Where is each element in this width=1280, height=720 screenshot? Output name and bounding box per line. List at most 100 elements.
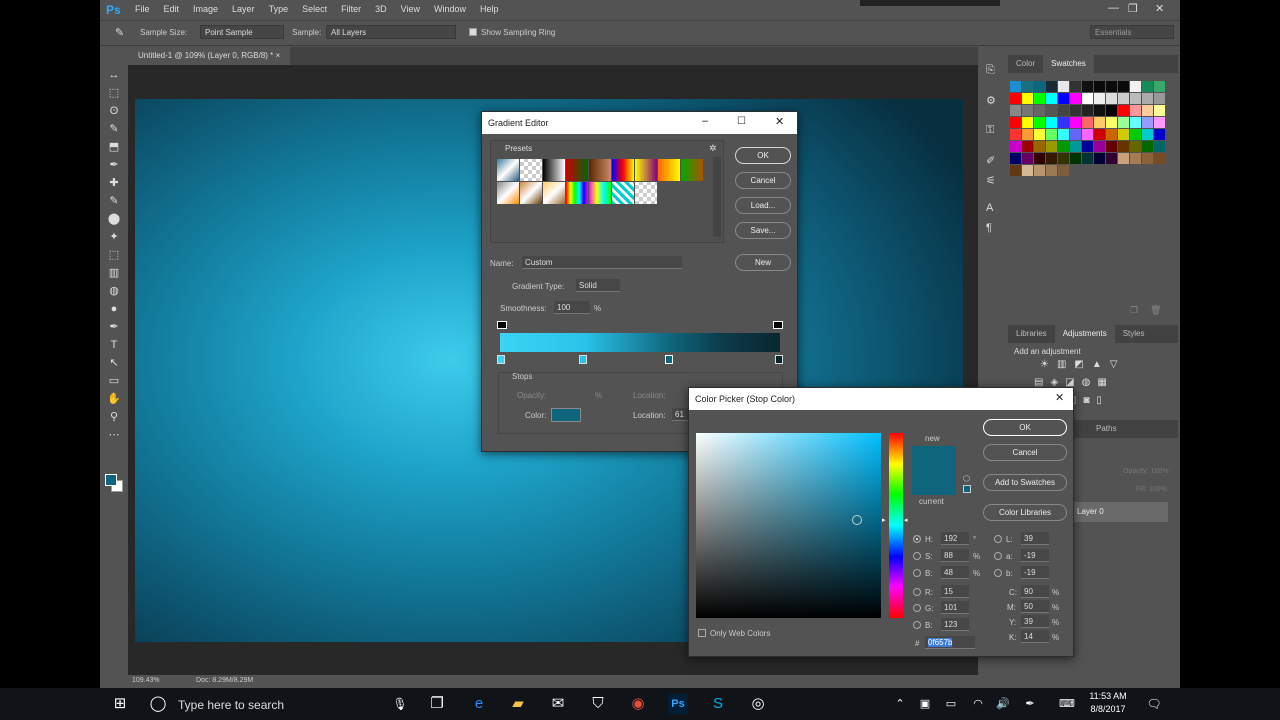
blue-field[interactable]: 123	[941, 618, 969, 631]
blue-radio[interactable]	[913, 621, 921, 631]
swatch[interactable]	[1070, 81, 1081, 92]
gradient-preset[interactable]	[635, 159, 657, 181]
sampling-ring-checkbox[interactable]	[469, 28, 477, 36]
menu-help[interactable]: Help	[480, 4, 499, 14]
tool-icon-9[interactable]: ✦	[104, 228, 124, 246]
gradient-preset[interactable]	[520, 182, 542, 204]
swatch[interactable]	[1034, 129, 1045, 140]
tab-swatches[interactable]: Swatches	[1043, 55, 1094, 73]
menu-view[interactable]: View	[401, 4, 420, 14]
web-safe-color[interactable]	[963, 485, 971, 493]
swatch[interactable]	[1082, 81, 1093, 92]
gradient-cancel-button[interactable]: Cancel	[735, 172, 791, 189]
swatch[interactable]	[1058, 129, 1069, 140]
stop-color-swatch[interactable]	[551, 408, 581, 422]
swatch[interactable]	[1118, 105, 1129, 116]
swatch[interactable]	[1142, 153, 1153, 164]
history-icon[interactable]: ⎘	[986, 64, 995, 77]
tab-close-icon[interactable]: ×	[276, 51, 281, 60]
swatch[interactable]	[1118, 93, 1129, 104]
swatch[interactable]	[1094, 117, 1105, 128]
swatch[interactable]	[1070, 105, 1081, 116]
fill-value[interactable]: 100%	[1149, 486, 1167, 493]
swatch[interactable]	[1082, 93, 1093, 104]
swatch[interactable]	[1154, 117, 1165, 128]
swatch[interactable]	[1070, 141, 1081, 152]
swatch[interactable]	[1094, 81, 1105, 92]
tab-adjustments[interactable]: Adjustments	[1054, 325, 1115, 343]
swatch[interactable]	[1154, 129, 1165, 140]
swatch[interactable]	[1034, 117, 1045, 128]
gear-icon[interactable]: ✲	[709, 143, 717, 154]
menu-3d[interactable]: 3D	[375, 4, 387, 14]
new-swatch-icon[interactable]: ❐	[1130, 305, 1138, 316]
swatch[interactable]	[1154, 105, 1165, 116]
tab-styles[interactable]: Styles	[1115, 325, 1153, 343]
swatch[interactable]	[1010, 117, 1021, 128]
gradient-preset[interactable]	[612, 182, 634, 204]
swatch[interactable]	[1106, 141, 1117, 152]
notifications-icon[interactable]: 🗨	[1144, 694, 1164, 714]
delete-icon[interactable]: 🗑	[1150, 305, 1161, 316]
gradient-preset[interactable]	[566, 182, 588, 204]
name-field[interactable]: Custom	[522, 256, 682, 269]
red-radio[interactable]	[913, 588, 921, 598]
gradient-preset[interactable]	[543, 182, 565, 204]
brush-icon[interactable]: ✐	[986, 154, 995, 167]
swatch[interactable]	[1022, 153, 1033, 164]
tool-icon-12[interactable]: ◍	[104, 282, 124, 300]
lab-b-field[interactable]: -19	[1021, 566, 1049, 579]
close-icon[interactable]: ✕	[775, 115, 784, 128]
minimize-icon[interactable]: –	[702, 115, 708, 127]
eyedropper-icon[interactable]: ✎	[115, 26, 124, 39]
clock-time[interactable]: 11:53 AM	[1088, 691, 1128, 701]
lab-b-radio[interactable]	[994, 569, 1002, 579]
tab-color[interactable]: Color	[1008, 55, 1043, 73]
load-button[interactable]: Load...	[735, 197, 791, 214]
menu-edit[interactable]: Edit	[164, 4, 180, 14]
swatch[interactable]	[1082, 105, 1093, 116]
g-field[interactable]: 101	[941, 601, 969, 614]
swatch[interactable]	[1046, 93, 1057, 104]
l-field[interactable]: 39	[1021, 532, 1049, 545]
swatch[interactable]	[1022, 165, 1033, 176]
battery-icon[interactable]: ▭	[941, 694, 961, 714]
swatch[interactable]	[1094, 105, 1105, 116]
tool-icon-15[interactable]: T	[104, 336, 124, 354]
cube-icon[interactable]: ⬡	[963, 474, 970, 483]
document-tab[interactable]: Untitled-1 @ 109% (Layer 0, RGB/8) * ×	[128, 47, 291, 65]
swatch[interactable]	[1154, 81, 1165, 92]
swatch[interactable]	[1082, 117, 1093, 128]
tool-icon-11[interactable]: ▥	[104, 264, 124, 282]
swatch[interactable]	[1058, 93, 1069, 104]
tool-icon-5[interactable]: ✒	[104, 156, 124, 174]
opacity-value[interactable]: 100%	[1151, 468, 1169, 475]
swatch[interactable]	[1154, 141, 1165, 152]
menu-image[interactable]: Image	[193, 4, 218, 14]
swatch[interactable]	[1046, 117, 1057, 128]
swatch[interactable]	[1106, 81, 1117, 92]
tool-icon-0[interactable]: ↔	[104, 66, 124, 84]
color-field-picker[interactable]	[852, 515, 862, 525]
swatch[interactable]	[1118, 129, 1129, 140]
character-icon[interactable]: A	[986, 202, 993, 214]
swatch[interactable]	[1118, 81, 1129, 92]
l-radio[interactable]	[994, 535, 1002, 545]
swatch[interactable]	[1010, 153, 1021, 164]
swatch[interactable]	[1010, 81, 1021, 92]
swatch[interactable]	[1034, 141, 1045, 152]
tab-libraries[interactable]: Libraries	[1008, 325, 1055, 343]
swatch[interactable]	[1082, 129, 1093, 140]
tool-icon-20[interactable]: ⋯	[104, 426, 124, 444]
swatch[interactable]	[1142, 117, 1153, 128]
swatch[interactable]	[1130, 93, 1141, 104]
workspace-select[interactable]: Essentials	[1090, 25, 1174, 39]
tool-icon-4[interactable]: ⬒	[104, 138, 124, 156]
skype-icon[interactable]: S	[708, 694, 728, 714]
tool-icon-10[interactable]: ⬚	[104, 246, 124, 264]
color-stop-4[interactable]	[775, 355, 783, 364]
foreground-color[interactable]	[105, 474, 117, 486]
swatch[interactable]	[1046, 129, 1057, 140]
swatch[interactable]	[1118, 141, 1129, 152]
swatch[interactable]	[1070, 93, 1081, 104]
